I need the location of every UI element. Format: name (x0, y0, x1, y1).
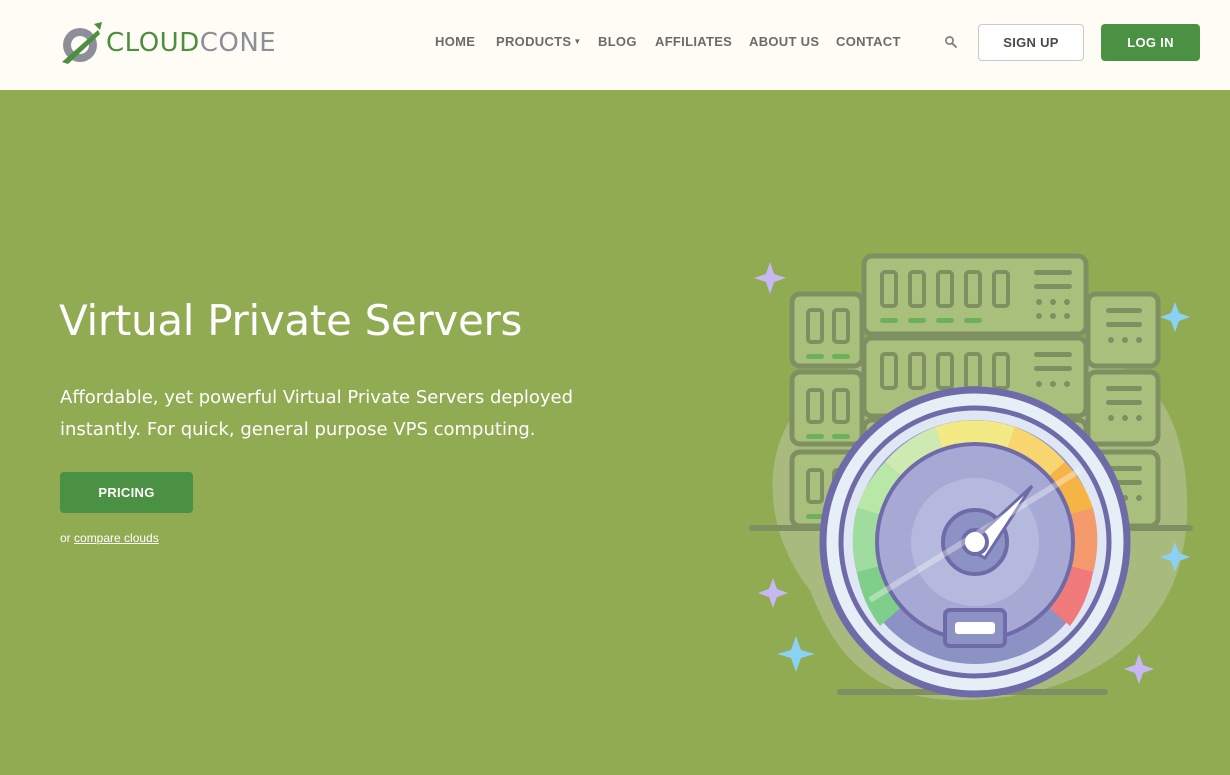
compare-prefix: or (60, 531, 75, 545)
logo-word-cloud: CLOUD (106, 28, 200, 58)
site-header: CLOUDCONE HOME PRODUCTS ▼ BLOG AFFILIATES… (0, 0, 1230, 90)
pricing-button[interactable]: PRICING (60, 472, 193, 513)
cloudcone-logo[interactable]: CLOUDCONE (58, 20, 276, 66)
nav-about-us[interactable]: ABOUT US (749, 34, 819, 49)
sign-up-button[interactable]: SIGN UP (978, 24, 1084, 61)
logo-wordmark: CLOUDCONE (106, 20, 276, 66)
nav-products-label: PRODUCTS (496, 34, 572, 49)
compare-clouds-line: or compare clouds (60, 531, 159, 545)
nav-contact[interactable]: CONTACT (836, 34, 901, 49)
nav-home[interactable]: HOME (435, 34, 475, 49)
search-icon[interactable] (944, 35, 958, 49)
logo-word-cone: CONE (199, 28, 277, 58)
hero-subtitle: Affordable, yet powerful Virtual Private… (60, 387, 574, 440)
hero-title: Virtual Private Servers (59, 296, 523, 345)
cloudcone-logo-icon (62, 22, 102, 64)
server-speedometer-illustration (749, 253, 1193, 700)
log-in-button[interactable]: LOG IN (1101, 24, 1200, 61)
nav-affiliates[interactable]: AFFILIATES (655, 34, 732, 49)
compare-clouds-link[interactable]: compare clouds (74, 531, 159, 545)
nav-blog[interactable]: BLOG (598, 34, 637, 49)
nav-products[interactable]: PRODUCTS ▼ (496, 34, 582, 49)
speedometer-gauge (819, 386, 1131, 698)
chevron-down-icon: ▼ (573, 37, 582, 46)
